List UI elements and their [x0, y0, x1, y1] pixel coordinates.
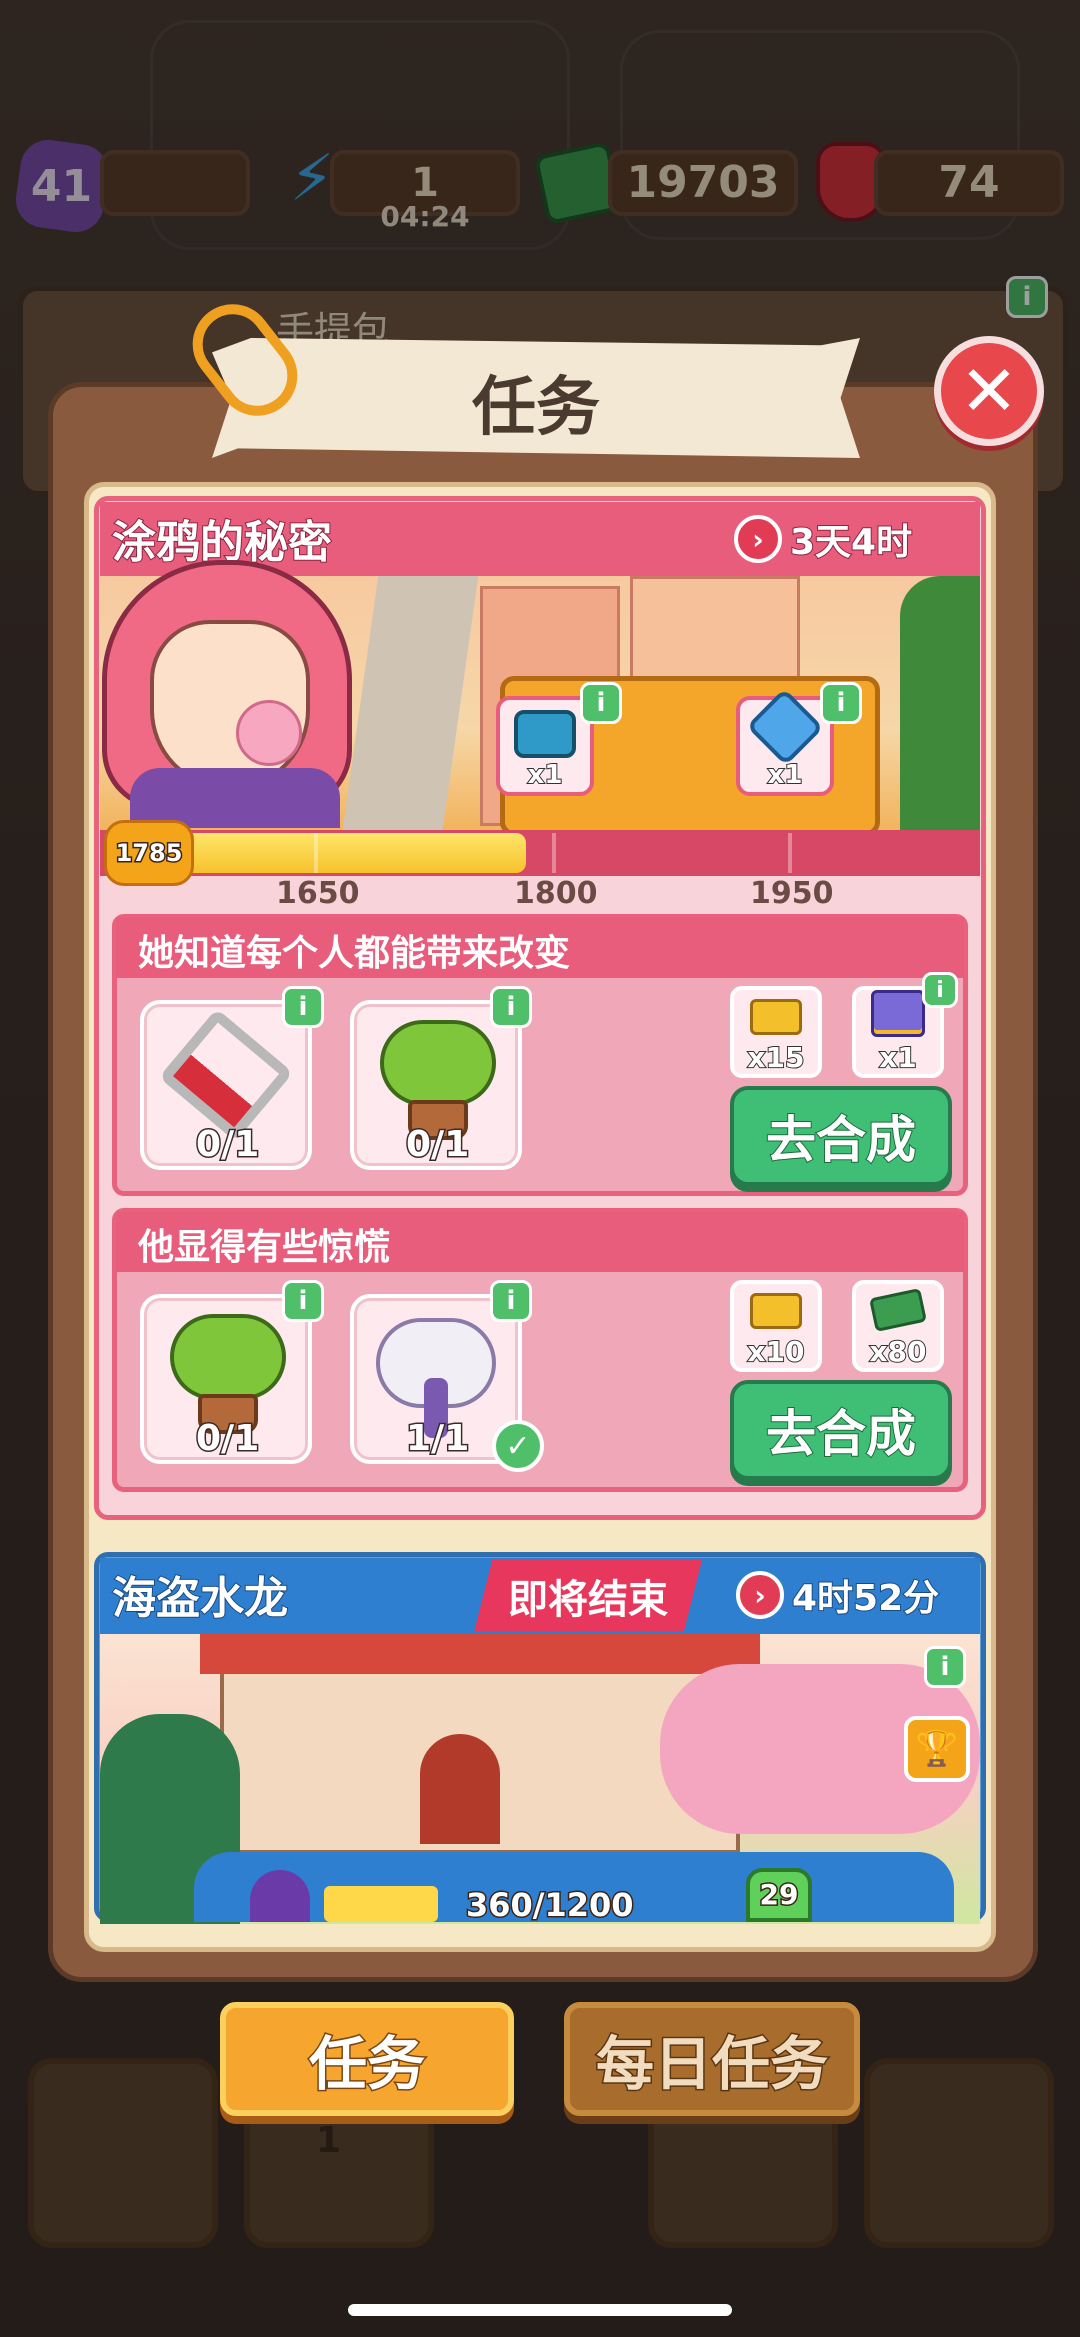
- info-icon[interactable]: i: [490, 986, 532, 1028]
- tab-tasks[interactable]: 任务: [220, 2002, 514, 2116]
- checkmark-icon: ✓: [492, 1420, 544, 1472]
- trophy-icon[interactable]: 🏆: [904, 1716, 970, 1782]
- info-icon[interactable]: i: [922, 972, 958, 1008]
- clock-icon: ›: [734, 515, 782, 563]
- door: [420, 1734, 500, 1844]
- task-title: 她知道每个人都能带来改变: [138, 933, 571, 974]
- tree-icon: [380, 1020, 496, 1106]
- go-merge-button[interactable]: 去合成: [730, 1086, 952, 1186]
- star-badge: 1785: [104, 820, 194, 886]
- close-button[interactable]: ✕: [934, 336, 1044, 446]
- milestone-label: 1650: [276, 876, 360, 911]
- panel-title: 任务: [472, 371, 600, 445]
- gold-bars-icon: [750, 1293, 802, 1329]
- info-icon[interactable]: i: [282, 1280, 324, 1322]
- tree-icon: [170, 1314, 286, 1400]
- milestone-tick: [314, 833, 318, 873]
- event-timer: › 3天4时: [728, 510, 946, 568]
- event-title: 海盗水龙: [111, 1572, 289, 1625]
- milestone-label: 1800: [514, 876, 598, 911]
- ending-soon-badge: 即将结束: [474, 1560, 702, 1632]
- event-progress-fill: [324, 1886, 438, 1922]
- bubblegum: [236, 700, 302, 766]
- level-badge: 29: [746, 1868, 812, 1922]
- hourglass-icon: [746, 688, 824, 766]
- clock-icon: ›: [736, 1571, 784, 1619]
- cash-icon: [869, 1287, 927, 1333]
- go-merge-button[interactable]: 去合成: [730, 1380, 952, 1480]
- milestone-tick: [788, 833, 792, 873]
- home-indicator[interactable]: [348, 2304, 732, 2316]
- event-timer: › 4时52分: [730, 1566, 960, 1624]
- gold-bars-icon: [750, 999, 802, 1035]
- chest-icon: [514, 710, 576, 758]
- event-progress-fill: [140, 833, 526, 873]
- gift-box-icon: [871, 990, 925, 1037]
- tree: [900, 576, 980, 830]
- saw-icon: [158, 1008, 294, 1142]
- character-shirt: [130, 768, 340, 828]
- info-icon[interactable]: i: [580, 682, 622, 724]
- task-reward[interactable]: x10: [730, 1280, 822, 1372]
- close-icon: ✕: [959, 350, 1019, 432]
- milestone-tick: [552, 833, 556, 873]
- roof: [200, 1634, 760, 1674]
- task-title: 他显得有些惊慌: [138, 1227, 391, 1268]
- task-reward[interactable]: x15: [730, 986, 822, 1078]
- info-icon[interactable]: i: [924, 1646, 966, 1688]
- info-icon[interactable]: i: [820, 682, 862, 724]
- tab-daily-tasks[interactable]: 每日任务: [564, 2002, 860, 2116]
- billboard: [341, 576, 479, 830]
- info-icon[interactable]: i: [282, 986, 324, 1028]
- milestone-label: 1950: [750, 876, 834, 911]
- event-progress-text: 360/1200: [465, 1885, 636, 1926]
- info-icon[interactable]: i: [490, 1280, 532, 1322]
- bomb-icon: [250, 1870, 310, 1922]
- task-reward[interactable]: x80: [852, 1280, 944, 1372]
